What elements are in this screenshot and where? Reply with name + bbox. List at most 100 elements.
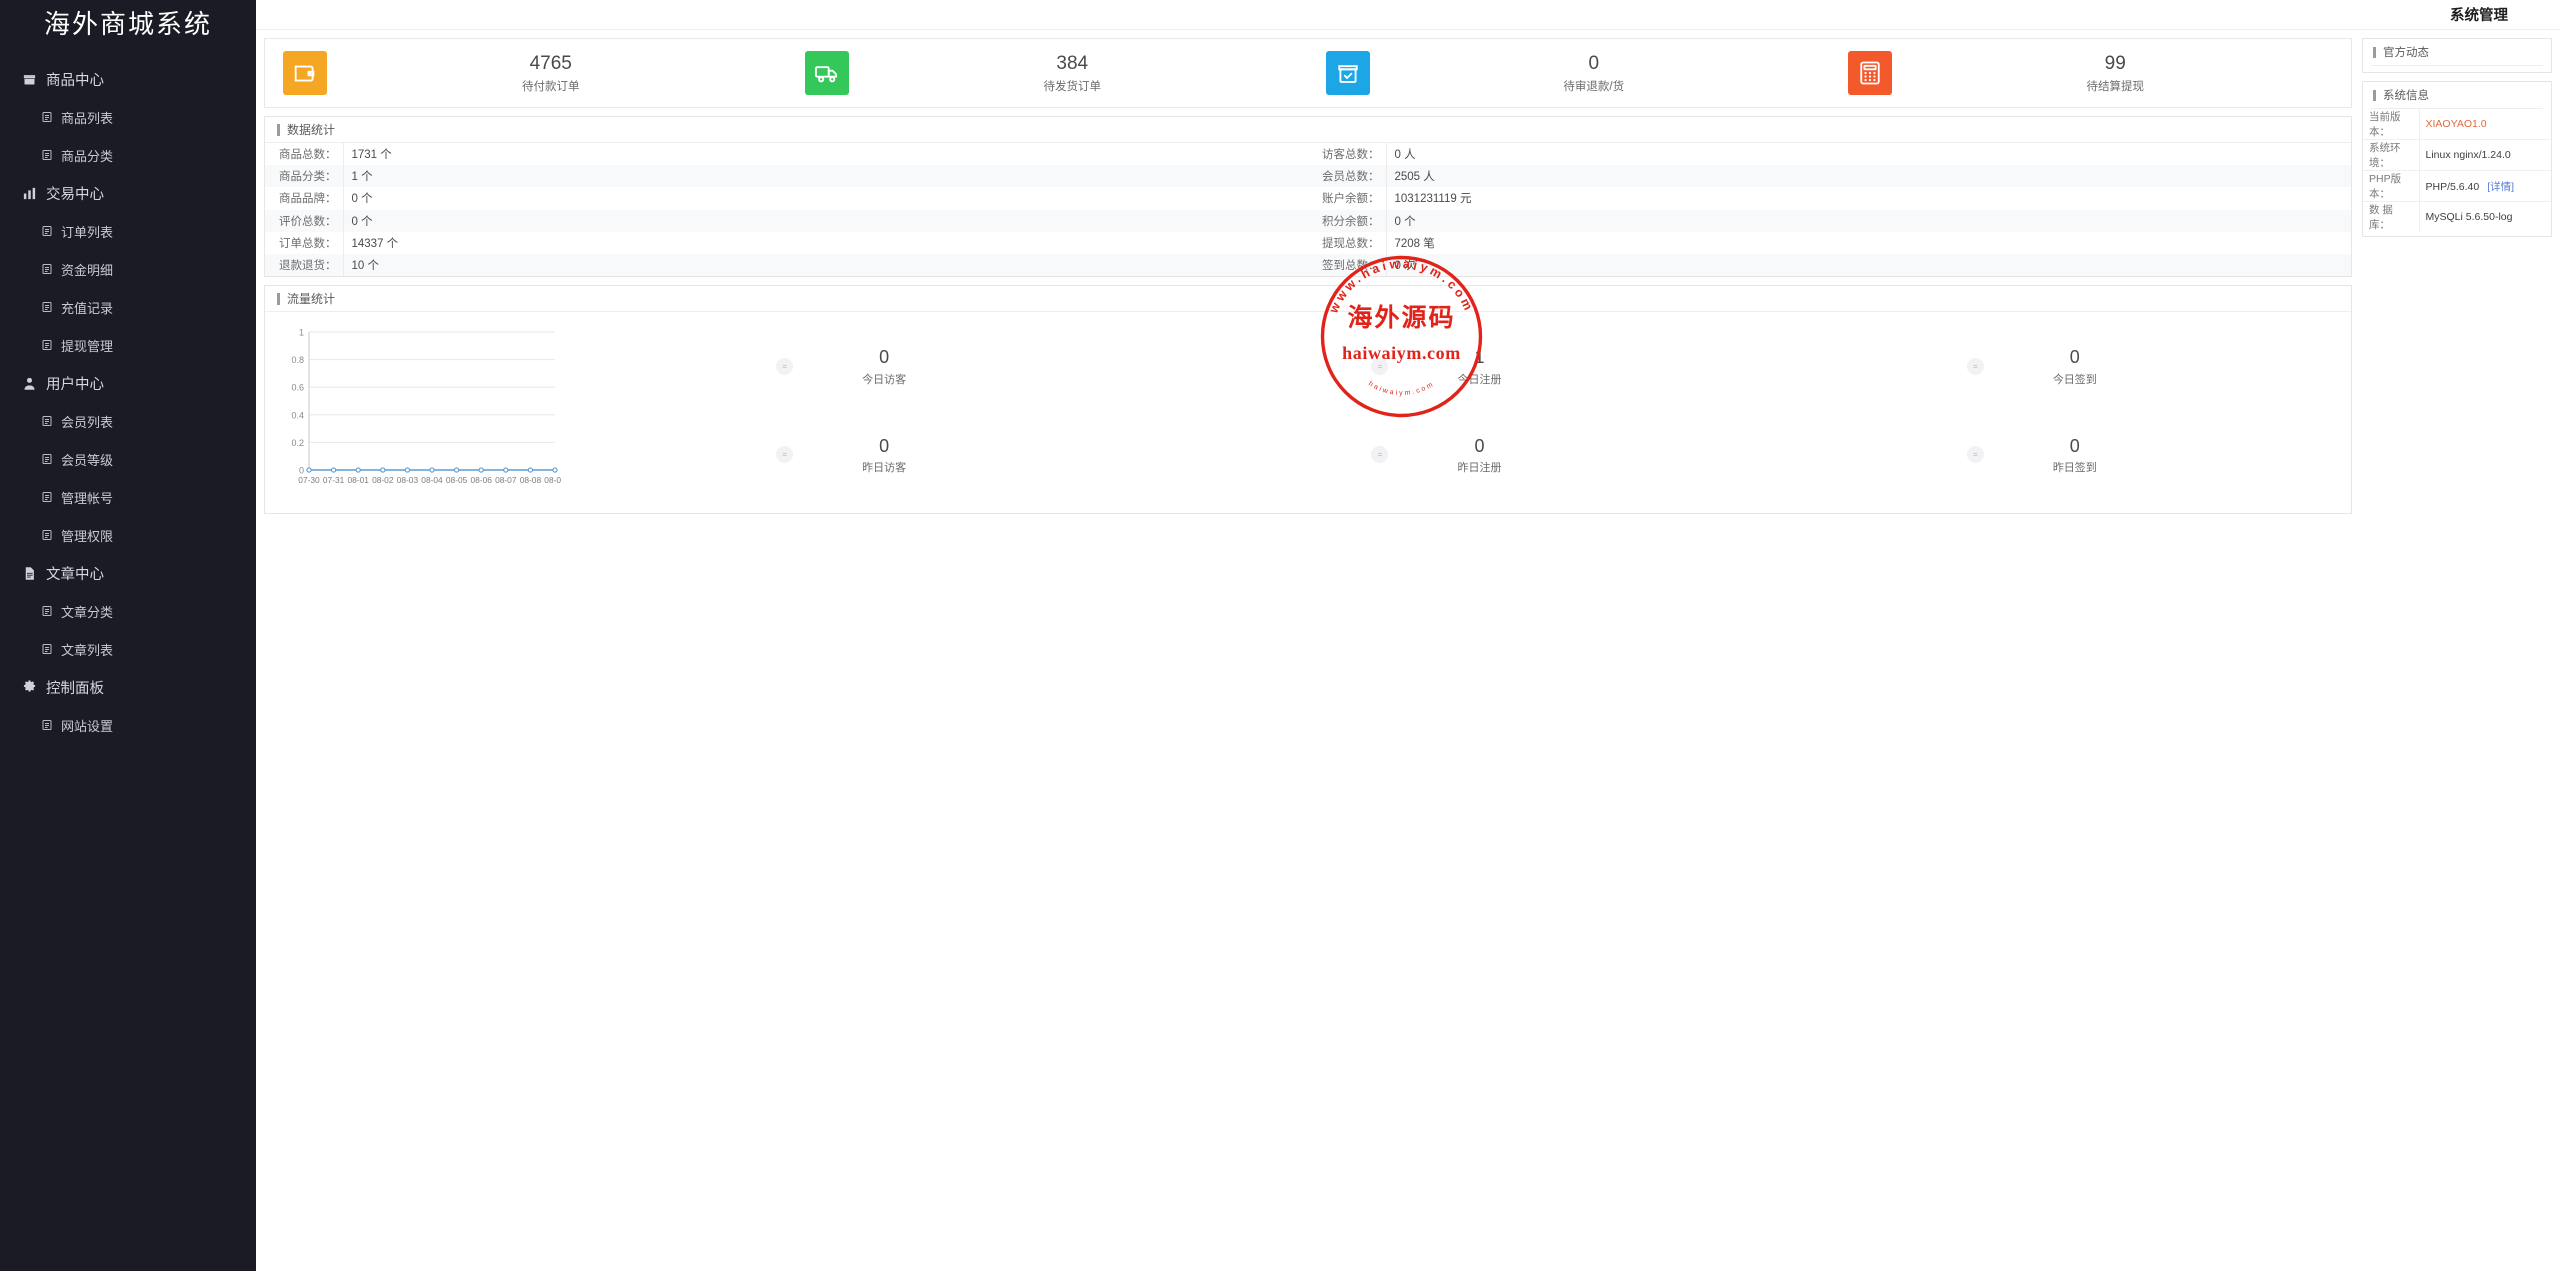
sidebar-item-3-2[interactable]: 会员等级 bbox=[0, 440, 256, 478]
sidebar-item-5-1[interactable]: 网站设置 bbox=[0, 706, 256, 744]
data-stat-row-left-6: 退款退货：10 个 bbox=[265, 254, 1308, 276]
sidebar-item-4-1[interactable]: 文章分类 bbox=[0, 592, 256, 630]
sidebar-item-label: 资金明细 bbox=[61, 260, 113, 279]
stat-card-label: 待发货订单 bbox=[849, 78, 1297, 94]
data-stat-value: 0 个 bbox=[343, 187, 1308, 209]
sidebar-item-3-3[interactable]: 管理帐号 bbox=[0, 478, 256, 516]
data-stat-key: 商品品牌： bbox=[265, 187, 343, 209]
progress-ring-icon: = bbox=[776, 446, 793, 463]
system-info-key: 当前版本： bbox=[2363, 109, 2419, 140]
data-stat-key: 账户余额： bbox=[1308, 187, 1386, 209]
traffic-chart: 00.20.40.60.8107-3007-3108-0108-0208-030… bbox=[265, 322, 565, 499]
system-info-row-4: 数 据 库：MySQLi 5.6.50-log bbox=[2363, 202, 2551, 233]
svg-text:08-02: 08-02 bbox=[372, 475, 394, 485]
svg-text:08-07: 08-07 bbox=[495, 475, 517, 485]
box-check-icon bbox=[1326, 51, 1370, 95]
sidebar-item-label: 商品列表 bbox=[61, 108, 113, 127]
sidebar-item-3-1[interactable]: 会员列表 bbox=[0, 402, 256, 440]
data-statistics-table-left: 商品总数：1731 个商品分类：1 个商品品牌：0 个评价总数：0 个订单总数：… bbox=[265, 143, 1308, 276]
data-stat-key: 提现总数： bbox=[1308, 232, 1386, 254]
data-stat-value: 2505 人 bbox=[1386, 165, 2351, 187]
system-info-key: 系统环境： bbox=[2363, 140, 2419, 171]
sidebar-item-2-3[interactable]: 充值记录 bbox=[0, 288, 256, 326]
sidebar-item-2-4[interactable]: 提现管理 bbox=[0, 326, 256, 364]
sidebar-group-3[interactable]: 用户中心 bbox=[0, 364, 256, 402]
svg-text:08-09: 08-09 bbox=[544, 475, 561, 485]
sidebar-item-label: 充值记录 bbox=[61, 298, 113, 317]
content-wrapper: 4765待付款订单384待发货订单0待审退款/货99待结算提现 数据统计 商品总… bbox=[256, 30, 2560, 514]
doc-sm-icon bbox=[40, 149, 53, 162]
system-info-value: PHP/5.6.40 bbox=[2426, 181, 2480, 193]
data-stat-row-right-1: 访客总数：0 人 bbox=[1308, 143, 2351, 165]
doc-sm-icon bbox=[40, 491, 53, 504]
gear-icon bbox=[22, 680, 37, 695]
system-info-value-cell: MySQLi 5.6.50-log bbox=[2419, 202, 2551, 233]
system-info-row-1: 当前版本：XIAOYAO1.0 bbox=[2363, 109, 2551, 140]
sidebar-group-2[interactable]: 交易中心 bbox=[0, 174, 256, 212]
sidebar-group-5[interactable]: 控制面板 bbox=[0, 668, 256, 706]
official-news-header: 官方动态 bbox=[2363, 39, 2551, 65]
page-blank-space bbox=[256, 514, 2560, 1271]
sidebar-item-2-2[interactable]: 资金明细 bbox=[0, 250, 256, 288]
doc-sm-icon bbox=[40, 111, 53, 124]
data-stat-row-right-4: 积分余额：0 个 bbox=[1308, 210, 2351, 232]
sidebar-item-label: 文章分类 bbox=[61, 602, 113, 621]
stat-card-4[interactable]: 99待结算提现 bbox=[1830, 39, 2352, 107]
data-stat-row-left-2: 商品分类：1 个 bbox=[265, 165, 1308, 187]
php-detail-link[interactable]: [详情] bbox=[2487, 181, 2514, 193]
stat-card-label: 待审退款/货 bbox=[1370, 78, 1818, 94]
data-stat-key: 商品分类： bbox=[265, 165, 343, 187]
box-icon bbox=[22, 72, 37, 87]
doc-sm-icon bbox=[40, 529, 53, 542]
doc-sm-icon bbox=[40, 719, 53, 732]
sidebar-item-3-4[interactable]: 管理权限 bbox=[0, 516, 256, 554]
traffic-stat-6: =0昨日签到 bbox=[1756, 435, 2351, 475]
stat-card-value: 0 bbox=[1370, 52, 1818, 76]
sidebar-item-label: 文章列表 bbox=[61, 640, 113, 659]
topbar-title: 系统管理 bbox=[2450, 4, 2508, 25]
sidebar: 海外商城系统 商品中心商品列表商品分类交易中心订单列表资金明细充值记录提现管理用… bbox=[0, 0, 256, 1271]
traffic-statistics-title: 流量统计 bbox=[287, 290, 335, 307]
system-info-key: 数 据 库： bbox=[2363, 202, 2419, 233]
data-stat-key: 订单总数： bbox=[265, 232, 343, 254]
doc-sm-icon bbox=[40, 263, 53, 276]
sidebar-group-1[interactable]: 商品中心 bbox=[0, 60, 256, 98]
data-stat-value: 1 个 bbox=[343, 165, 1308, 187]
system-info-value-cell: XIAOYAO1.0 bbox=[2419, 109, 2551, 140]
stat-card-1[interactable]: 4765待付款订单 bbox=[265, 39, 787, 107]
sidebar-group-label: 控制面板 bbox=[46, 677, 104, 698]
system-info-value-cell: Linux nginx/1.24.0 bbox=[2419, 140, 2551, 171]
data-stat-row-left-1: 商品总数：1731 个 bbox=[265, 143, 1308, 165]
sidebar-item-label: 管理权限 bbox=[61, 526, 113, 545]
data-stat-row-left-5: 订单总数：14337 个 bbox=[265, 232, 1308, 254]
stat-card-3[interactable]: 0 待审退款/货 bbox=[1308, 39, 1830, 107]
traffic-stat-4: =0昨日访客 bbox=[565, 435, 1160, 475]
sidebar-item-4-2[interactable]: 文章列表 bbox=[0, 630, 256, 668]
doc-sm-icon bbox=[40, 605, 53, 618]
sidebar-item-2-1[interactable]: 订单列表 bbox=[0, 212, 256, 250]
sidebar-item-1-1[interactable]: 商品列表 bbox=[0, 98, 256, 136]
traffic-statistics-panel: 流量统计 00.20.40.60.8107-3007-3108-0108-020… bbox=[264, 285, 2352, 514]
user-icon bbox=[22, 376, 37, 391]
stat-card-2[interactable]: 384待发货订单 bbox=[787, 39, 1309, 107]
left-column: 4765待付款订单384待发货订单0待审退款/货99待结算提现 数据统计 商品总… bbox=[264, 38, 2352, 514]
traffic-stat-label: 今日访客 bbox=[819, 371, 949, 387]
traffic-body: 00.20.40.60.8107-3007-3108-0108-0208-030… bbox=[265, 312, 2351, 513]
stat-card-label: 待结算提现 bbox=[1892, 78, 2340, 94]
traffic-statistics-header: 流量统计 bbox=[265, 286, 2351, 312]
traffic-stat-value: 0 bbox=[819, 346, 949, 369]
brand-title: 海外商城系统 bbox=[0, 0, 256, 44]
sidebar-group-4[interactable]: 文章中心 bbox=[0, 554, 256, 592]
sidebar-item-label: 商品分类 bbox=[61, 146, 113, 165]
sidebar-item-label: 订单列表 bbox=[61, 222, 113, 241]
data-stat-key: 会员总数： bbox=[1308, 165, 1386, 187]
traffic-stat-2: =1今日注册 bbox=[1160, 346, 1755, 386]
traffic-stat-3: =0今日签到 bbox=[1756, 346, 2351, 386]
system-info-row-3: PHP版本： PHP/5.6.40 [详情] bbox=[2363, 171, 2551, 202]
traffic-stat-value: 0 bbox=[2010, 435, 2140, 458]
sidebar-item-1-2[interactable]: 商品分类 bbox=[0, 136, 256, 174]
system-info-key: PHP版本： bbox=[2363, 171, 2419, 202]
system-info-title: 系统信息 bbox=[2383, 87, 2429, 103]
sidebar-group-label: 文章中心 bbox=[46, 563, 104, 584]
svg-text:0.4: 0.4 bbox=[291, 410, 304, 420]
